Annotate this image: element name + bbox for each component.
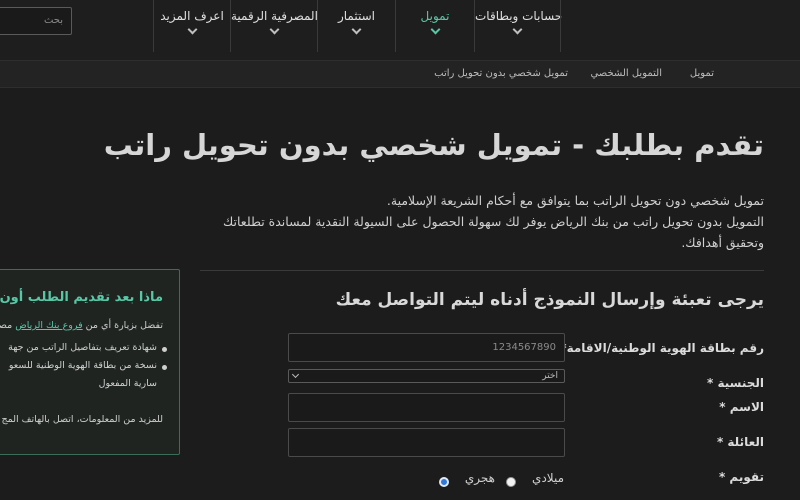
nav-item-label: اعرف المزيد	[160, 9, 224, 23]
nav-divider	[560, 0, 561, 52]
more-info-text: للمزيد من المعلومات، اتصل بالهاتف المج	[1, 414, 163, 425]
calendar-option-hijri-label: هجري	[464, 471, 495, 485]
chevron-down-icon	[291, 370, 300, 379]
requirement-salary-certificate: شهادة تعريف بتفاصيل الراتب من جهة	[8, 342, 157, 353]
chevron-down-icon	[512, 24, 523, 35]
intro-line: وتحقيق أهدافك.	[681, 235, 764, 250]
nav-item-accounts-cards[interactable]: حسابات وبطاقات	[474, 0, 563, 52]
bullet-icon	[162, 365, 167, 370]
form-heading: يرجى تعبئة وإرسال النموذج أدناه ليتم الت…	[335, 290, 764, 310]
nav-item-learn-more[interactable]: اعرف المزيد	[153, 0, 230, 52]
visit-prefix: تفضل بزيارة أي من	[85, 320, 163, 331]
requirement-national-id-cont: سارية المفعول	[98, 378, 157, 389]
breadcrumb-item-current: تمويل شخصي بدون تحويل راتب	[434, 68, 568, 79]
id-number-input[interactable]: 1234567890	[288, 333, 565, 362]
nationality-select[interactable]: اختر	[288, 369, 565, 383]
first-name-input[interactable]	[288, 393, 565, 422]
visit-suffix: مصط	[0, 320, 13, 331]
id-number-label: رقم بطاقة الهوية الوطنية/الاقامة*	[560, 341, 764, 355]
chevron-down-icon	[269, 24, 279, 35]
calendar-radio-hijri[interactable]	[439, 477, 449, 487]
family-name-input[interactable]	[288, 428, 565, 457]
next-steps-title: ماذا بعد تقديم الطلب أون لاين؟	[0, 290, 163, 305]
chevron-down-icon	[351, 24, 362, 35]
bullet-icon	[162, 347, 167, 352]
intro-line: تمويل شخصي دون تحويل الراتب بما يتوافق م…	[386, 193, 764, 208]
nationality-selected-value: اختر	[542, 371, 558, 381]
family-name-label: العائلة *	[716, 435, 764, 449]
page-title: تقدم بطلبك - تمويل شخصي بدون تحويل راتب	[103, 128, 764, 162]
nav-item-investment[interactable]: استثمار	[317, 0, 395, 52]
section-divider	[200, 270, 764, 271]
first-name-label: الاسم *	[719, 400, 764, 414]
search-input[interactable]: بحث	[0, 7, 72, 35]
nav-item-financing[interactable]: تمويل	[395, 0, 474, 52]
nav-item-label: تمويل	[420, 9, 450, 23]
chevron-down-icon	[430, 24, 440, 35]
nav-item-digital-banking[interactable]: المصرفية الرقمية	[230, 0, 318, 52]
intro-line: التمويل بدون تحويل راتب من بنك الرياض يو…	[222, 214, 764, 229]
calendar-label: تقويم *	[718, 470, 764, 484]
breadcrumb-item-financing[interactable]: تمويل	[690, 68, 714, 79]
next-steps-panel: ماذا بعد تقديم الطلب أون لاين؟ تفضل بزيا…	[0, 269, 180, 455]
nav-item-label: حسابات وبطاقات	[475, 9, 563, 23]
chevron-down-icon	[187, 24, 197, 35]
calendar-option-gregorian-label: ميلادي	[532, 471, 564, 485]
breadcrumb-item-personal-financing[interactable]: التمويل الشخصي	[590, 68, 662, 79]
next-steps-visit-text: تفضل بزيارة أي من فروع بنك الرياض مصط	[0, 320, 163, 331]
nav-item-label: استثمار	[337, 9, 376, 23]
nationality-label: الجنسية *	[706, 376, 764, 390]
intro-text: تمويل شخصي دون تحويل الراتب بما يتوافق م…	[184, 190, 764, 253]
nav-item-label: المصرفية الرقمية	[231, 9, 318, 23]
breadcrumb: تمويل التمويل الشخصي تمويل شخصي بدون تحو…	[0, 60, 800, 88]
top-navigation: بحث حسابات وبطاقات تمويل استثمار المصرفي…	[0, 0, 800, 60]
requirement-national-id: نسخة من بطاقة الهوية الوطنية للسعو	[8, 360, 157, 371]
branches-link[interactable]: فروع بنك الرياض	[15, 320, 82, 331]
calendar-radio-gregorian[interactable]	[506, 477, 516, 487]
